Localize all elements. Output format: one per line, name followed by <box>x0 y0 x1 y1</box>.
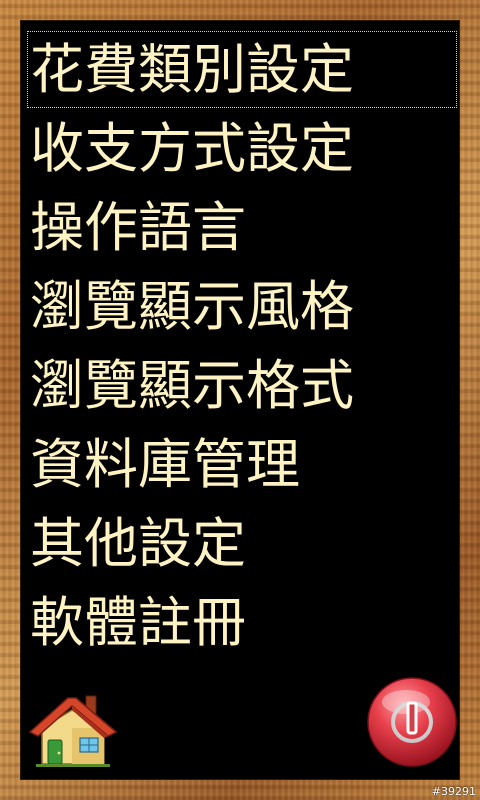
power-icon <box>367 677 457 767</box>
house-icon <box>28 695 118 767</box>
menu-item-other-settings[interactable]: 其他設定 <box>26 504 456 583</box>
menu-item-payment-method-settings[interactable]: 收支方式設定 <box>26 109 456 188</box>
wood-frame: 花費類別設定 收支方式設定 操作語言 瀏覽顯示風格 瀏覽顯示格式 資料庫管理 其… <box>0 0 480 800</box>
menu-item-software-registration[interactable]: 軟體註冊 <box>26 583 456 662</box>
home-button[interactable] <box>24 688 120 772</box>
chalkboard-panel: 花費類別設定 收支方式設定 操作語言 瀏覽顯示風格 瀏覽顯示格式 資料庫管理 其… <box>20 20 460 780</box>
menu-item-display-style[interactable]: 瀏覽顯示風格 <box>26 267 456 346</box>
menu-item-database-management[interactable]: 資料庫管理 <box>26 425 456 504</box>
power-button[interactable] <box>366 676 458 768</box>
menu-item-display-format[interactable]: 瀏覽顯示格式 <box>26 346 456 425</box>
menu-item-language[interactable]: 操作語言 <box>26 188 456 267</box>
image-watermark: #39291 <box>431 785 476 798</box>
menu-item-expense-category-settings[interactable]: 花費類別設定 <box>26 30 458 109</box>
settings-menu: 花費類別設定 收支方式設定 操作語言 瀏覽顯示風格 瀏覽顯示格式 資料庫管理 其… <box>26 30 458 662</box>
